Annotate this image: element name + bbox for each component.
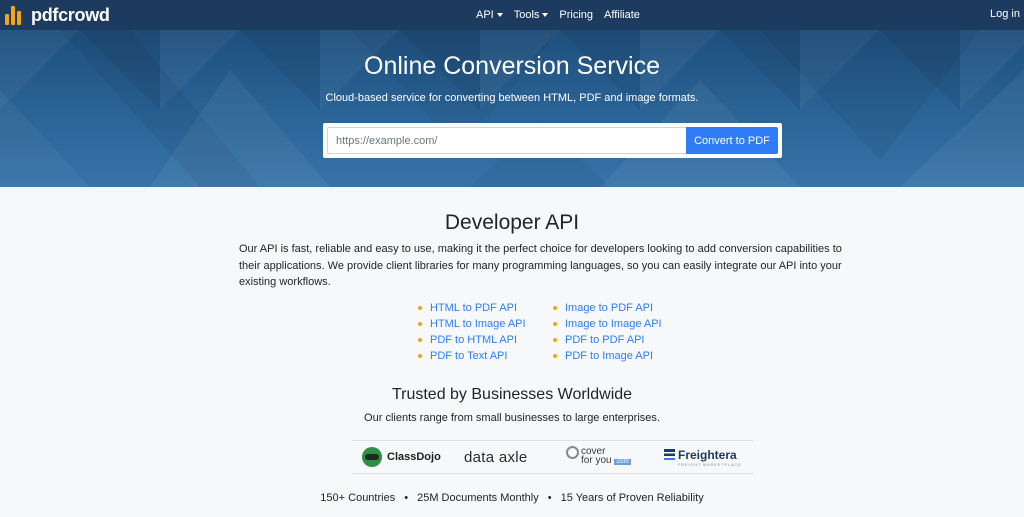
link-pdf-to-html-api[interactable]: PDF to HTML API (430, 334, 517, 346)
list-item: Image to Image API (553, 316, 662, 332)
classdojo-logo: ClassDojo (362, 441, 441, 473)
nav-affiliate-label: Affiliate (604, 9, 640, 21)
top-navbar: pdfcrowd API Tools Pricing Affiliate Log… (0, 0, 1024, 30)
link-image-to-pdf-api[interactable]: Image to PDF API (565, 302, 653, 314)
stat-documents: 25M Documents Monthly (417, 492, 539, 504)
hero-subtitle: Cloud-based service for converting betwe… (325, 92, 699, 104)
login-link[interactable]: Log in (990, 8, 1020, 20)
nav-tools-label: Tools (513, 9, 540, 21)
caret-down-icon (496, 13, 503, 17)
list-item: PDF to Text API (418, 348, 526, 364)
hero-banner: Online Conversion Service Cloud-based se… (0, 30, 1024, 187)
coverforyou-line2: for you (581, 455, 612, 466)
nav-pricing-label: Pricing (559, 9, 594, 21)
coverforyou-domain: .com (613, 459, 631, 465)
link-html-to-image-api[interactable]: HTML to Image API (430, 318, 526, 330)
bullet-icon (553, 306, 557, 310)
dataaxle-logo: data axle (464, 448, 528, 466)
classdojo-text: ClassDojo (387, 451, 441, 463)
caret-down-icon (542, 13, 549, 17)
logo-bars-icon (5, 5, 27, 25)
developer-api-heading: Developer API (444, 211, 580, 234)
link-pdf-to-image-api[interactable]: PDF to Image API (565, 350, 653, 362)
nav-tools[interactable]: Tools (514, 9, 549, 21)
convert-to-pdf-button[interactable]: Convert to PDF (686, 127, 778, 154)
freightera-mark-icon (664, 449, 675, 460)
trusted-subtitle: Our clients range from small businesses … (364, 412, 660, 424)
stat-separator: • (547, 492, 552, 504)
logo-text: pdfcrowd (31, 4, 110, 25)
url-input[interactable] (327, 127, 686, 154)
coverforyou-swirl-icon (566, 445, 579, 459)
list-item: Image to PDF API (553, 300, 662, 316)
bullet-icon (553, 338, 557, 342)
list-item: PDF to PDF API (553, 332, 662, 348)
developer-api-description: Our API is fast, reliable and easy to us… (239, 243, 842, 288)
stat-years: 15 Years of Proven Reliability (560, 492, 704, 504)
list-item: HTML to PDF API (418, 300, 526, 316)
api-links-right: Image to PDF API Image to Image API PDF … (553, 300, 662, 364)
link-pdf-to-pdf-api[interactable]: PDF to PDF API (565, 334, 644, 346)
list-item: HTML to Image API (418, 316, 526, 332)
hero-title: Online Conversion Service (364, 52, 660, 80)
list-item: PDF to Image API (553, 348, 662, 364)
link-image-to-image-api[interactable]: Image to Image API (565, 318, 662, 330)
bullet-icon (418, 322, 422, 326)
nav-api[interactable]: API (476, 9, 503, 21)
bullet-icon (553, 322, 557, 326)
bullet-icon (553, 354, 557, 358)
link-pdf-to-text-api[interactable]: PDF to Text API (430, 350, 507, 362)
freightera-tagline: FREIGHT MARKETPLACE (678, 461, 742, 467)
bullet-icon (418, 306, 422, 310)
nav-pricing[interactable]: Pricing (559, 9, 593, 21)
freightera-text: Freightera (678, 447, 737, 462)
client-logos: ClassDojo data axle cover for you .com Fr… (352, 440, 753, 474)
bullet-icon (418, 354, 422, 358)
stat-separator: • (404, 492, 409, 504)
coverforyou-text: cover for you .com (581, 447, 631, 467)
nav-api-label: API (476, 9, 494, 21)
pdfcrowd-logo[interactable]: pdfcrowd (5, 4, 110, 26)
coverforyou-logo: cover for you .com (566, 441, 631, 473)
main-nav: API Tools Pricing Affiliate (476, 0, 651, 30)
list-item: PDF to HTML API (418, 332, 526, 348)
freightera-logo: Freightera FREIGHT MARKETPLACE (664, 441, 742, 473)
convert-form: Convert to PDF (323, 123, 782, 158)
classdojo-icon (362, 447, 382, 467)
stat-countries: 150+ Countries (320, 492, 396, 504)
link-html-to-pdf-api[interactable]: HTML to PDF API (430, 302, 517, 314)
freightera-row: Freightera (664, 448, 737, 462)
stats-line: 150+ Countries • 25M Documents Monthly • 15 … (0, 492, 1024, 504)
api-links-left: HTML to PDF API HTML to Image API PDF to… (418, 300, 526, 364)
bullet-icon (418, 338, 422, 342)
nav-affiliate[interactable]: Affiliate (604, 9, 640, 21)
trusted-heading: Trusted by Businesses Worldwide (391, 386, 633, 403)
